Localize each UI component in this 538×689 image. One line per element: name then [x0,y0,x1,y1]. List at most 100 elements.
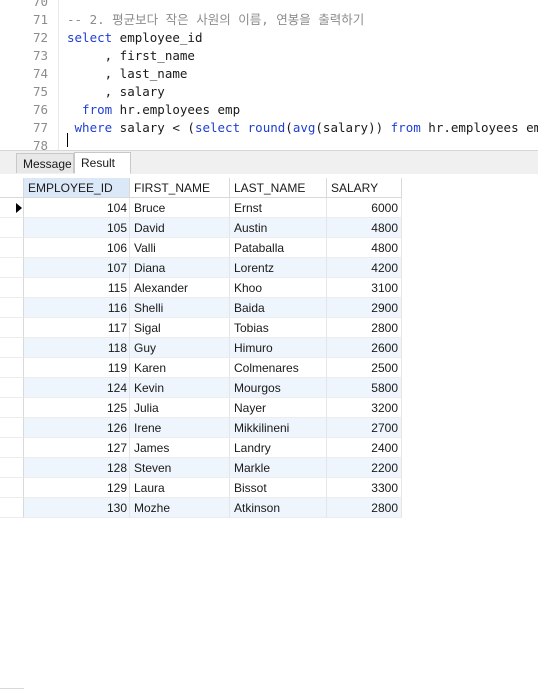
table-row[interactable]: 116 Shelli Baida 2900 [0,298,402,318]
cell-salary[interactable]: 2400 [327,438,402,458]
cell-employee-id[interactable]: 128 [24,458,130,478]
table-row[interactable]: 118 Guy Himuro 2600 [0,338,402,358]
row-selector[interactable] [0,338,24,358]
cell-first-name[interactable]: Laura [130,478,230,498]
cell-salary[interactable]: 2700 [327,418,402,438]
table-row[interactable]: 117 Sigal Tobias 2800 [0,318,402,338]
code-line[interactable]: 78 [0,137,538,150]
cell-last-name[interactable]: Ernst [230,198,327,218]
cell-last-name[interactable]: Khoo [230,278,327,298]
code-line[interactable]: 74 , last_name [0,65,538,83]
cell-first-name[interactable]: Irene [130,418,230,438]
cell-last-name[interactable]: Himuro [230,338,327,358]
tab-result-1[interactable]: Result 1 [74,152,131,190]
row-selector[interactable] [0,358,24,378]
cell-salary[interactable]: 2600 [327,338,402,358]
code-line[interactable]: 75 , salary [0,83,538,101]
cell-last-name[interactable]: Colmenares [230,358,327,378]
code-line[interactable]: 71 -- 2. 평균보다 작은 사원의 이름, 연봉을 출력하기 [0,11,538,29]
cell-salary[interactable]: 3100 [327,278,402,298]
cell-last-name[interactable]: Pataballa [230,238,327,258]
column-header-first-name[interactable]: FIRST_NAME [130,178,230,198]
cell-salary[interactable]: 3200 [327,398,402,418]
result-grid[interactable]: EMPLOYEE_ID FIRST_NAME LAST_NAME SALARY … [0,174,538,689]
cell-salary[interactable]: 2200 [327,458,402,478]
cell-first-name[interactable]: Mozhe [130,498,230,518]
row-selector[interactable] [0,258,24,278]
cell-employee-id[interactable]: 115 [24,278,130,298]
cell-first-name[interactable]: Shelli [130,298,230,318]
cell-last-name[interactable]: Tobias [230,318,327,338]
cell-last-name[interactable]: Landry [230,438,327,458]
column-header-employee-id[interactable]: EMPLOYEE_ID [24,178,130,198]
row-selector[interactable] [0,298,24,318]
cell-employee-id[interactable]: 129 [24,478,130,498]
cell-employee-id[interactable]: 106 [24,238,130,258]
cell-employee-id[interactable]: 126 [24,418,130,438]
cell-employee-id[interactable]: 117 [24,318,130,338]
code-line[interactable]: 76 from hr.employees emp [0,101,538,119]
cell-salary[interactable]: 2800 [327,498,402,518]
cell-salary[interactable]: 3300 [327,478,402,498]
cell-first-name[interactable]: Sigal [130,318,230,338]
row-selector[interactable] [0,438,24,458]
table-row[interactable]: 119 Karen Colmenares 2500 [0,358,402,378]
table-row[interactable]: 104 Bruce Ernst 6000 [0,198,402,218]
row-selector[interactable] [0,378,24,398]
row-selector[interactable] [0,278,24,298]
cell-last-name[interactable]: Lorentz [230,258,327,278]
table-row[interactable]: 129 Laura Bissot 3300 [0,478,402,498]
table-row[interactable]: 128 Steven Markle 2200 [0,458,402,478]
table-row[interactable]: 127 James Landry 2400 [0,438,402,458]
row-selector[interactable] [0,218,24,238]
table-row[interactable]: 130 Mozhe Atkinson 2800 [0,498,402,518]
cell-employee-id[interactable]: 124 [24,378,130,398]
cell-first-name[interactable]: Guy [130,338,230,358]
cell-first-name[interactable]: Alexander [130,278,230,298]
cell-last-name[interactable]: Bissot [230,478,327,498]
cell-employee-id[interactable]: 104 [24,198,130,218]
cell-employee-id[interactable]: 105 [24,218,130,238]
cell-salary[interactable]: 2800 [327,318,402,338]
cell-first-name[interactable]: Valli [130,238,230,258]
cell-first-name[interactable]: Julia [130,398,230,418]
row-selector[interactable] [0,498,24,518]
cell-salary[interactable]: 4200 [327,258,402,278]
row-selector[interactable] [0,238,24,258]
tab-message[interactable]: Message [16,153,74,173]
sql-editor[interactable]: 70 71 -- 2. 평균보다 작은 사원의 이름, 연봉을 출력하기 72 sele… [0,0,538,150]
cell-employee-id[interactable]: 125 [24,398,130,418]
row-selector[interactable] [0,478,24,498]
table-row[interactable]: 115 Alexander Khoo 3100 [0,278,402,298]
cell-last-name[interactable]: Atkinson [230,498,327,518]
cell-salary[interactable]: 2900 [327,298,402,318]
column-header-last-name[interactable]: LAST_NAME [230,178,327,198]
cell-salary[interactable]: 2500 [327,358,402,378]
cell-last-name[interactable]: Markle [230,458,327,478]
cell-employee-id[interactable]: 130 [24,498,130,518]
cell-first-name[interactable]: Karen [130,358,230,378]
table-row[interactable]: 107 Diana Lorentz 4200 [0,258,402,278]
cell-employee-id[interactable]: 119 [24,358,130,378]
cell-employee-id[interactable]: 127 [24,438,130,458]
cell-employee-id[interactable]: 107 [24,258,130,278]
cell-first-name[interactable]: Steven [130,458,230,478]
table-row[interactable]: 126 Irene Mikkilineni 2700 [0,418,402,438]
cell-first-name[interactable]: Bruce [130,198,230,218]
cell-employee-id[interactable]: 118 [24,338,130,358]
cell-salary[interactable]: 5800 [327,378,402,398]
column-header-salary[interactable]: SALARY [327,178,402,198]
cell-salary[interactable]: 4800 [327,238,402,258]
cell-first-name[interactable]: Kevin [130,378,230,398]
cell-salary[interactable]: 6000 [327,198,402,218]
code-line[interactable]: 73 , first_name [0,47,538,65]
row-selector[interactable] [0,458,24,478]
table-row[interactable]: 106 Valli Pataballa 4800 [0,238,402,258]
code-line[interactable]: 70 [0,0,538,11]
code-line[interactable]: 77 where salary < (select round(avg(sala… [0,119,538,137]
cell-salary[interactable]: 4800 [327,218,402,238]
row-selector[interactable] [0,318,24,338]
cell-last-name[interactable]: Nayer [230,398,327,418]
code-line[interactable]: 72 select employee_id [0,29,538,47]
cell-last-name[interactable]: Mikkilineni [230,418,327,438]
